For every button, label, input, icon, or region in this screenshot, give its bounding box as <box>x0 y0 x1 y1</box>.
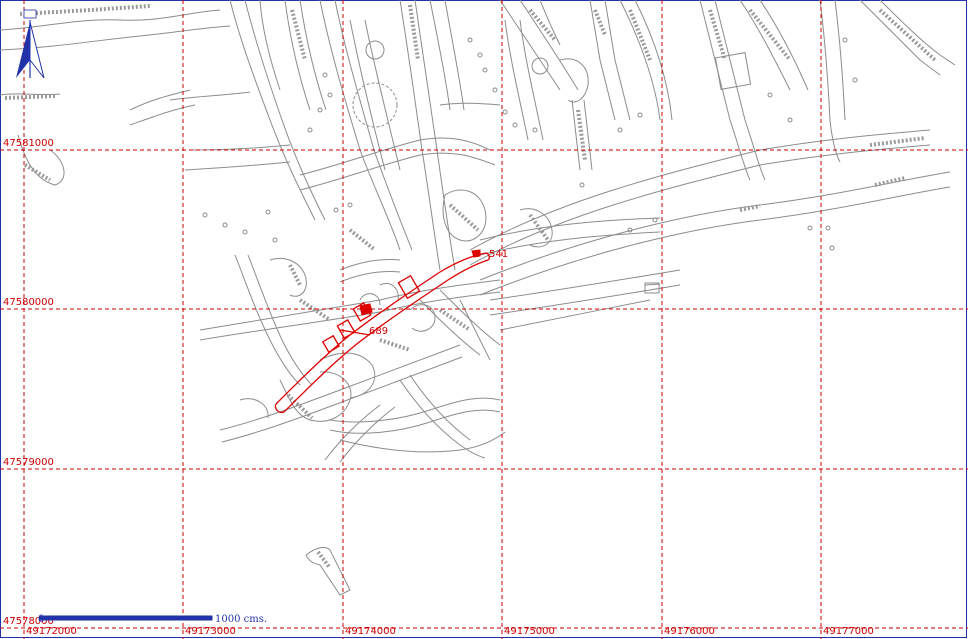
scale-bar: 0 1000 cms. <box>38 614 267 625</box>
grid-label-x: 49176000 <box>664 626 715 637</box>
scale-start-label: 0 <box>38 614 44 625</box>
north-arrow-icon <box>16 9 45 79</box>
scale-end-label: 1000 cms. <box>215 614 267 625</box>
grid-label-x: 49175000 <box>504 626 555 637</box>
grid-label-y: 47579000 <box>3 457 54 468</box>
grid-label-x: 49174000 <box>345 626 396 637</box>
grid-label-x: 49177000 <box>823 626 874 637</box>
station-label-541: 541 <box>489 249 508 260</box>
grid-label-y: 47580000 <box>3 297 54 308</box>
grid-label-x: 49172000 <box>26 626 77 637</box>
station-label-689: 689 <box>369 326 388 337</box>
cave-passages <box>0 0 956 596</box>
grid-label-x: 49173000 <box>185 626 236 637</box>
coordinate-grid <box>0 0 968 639</box>
grid-labels: 49172000 49173000 49174000 49175000 4917… <box>3 138 874 637</box>
cave-survey-map: 49172000 49173000 49174000 49175000 4917… <box>0 0 968 639</box>
map-frame <box>0 0 967 638</box>
survey-points <box>202 37 858 251</box>
highlighted-passage: 541 689 <box>274 249 508 414</box>
grid-label-y: 47581000 <box>3 138 54 149</box>
